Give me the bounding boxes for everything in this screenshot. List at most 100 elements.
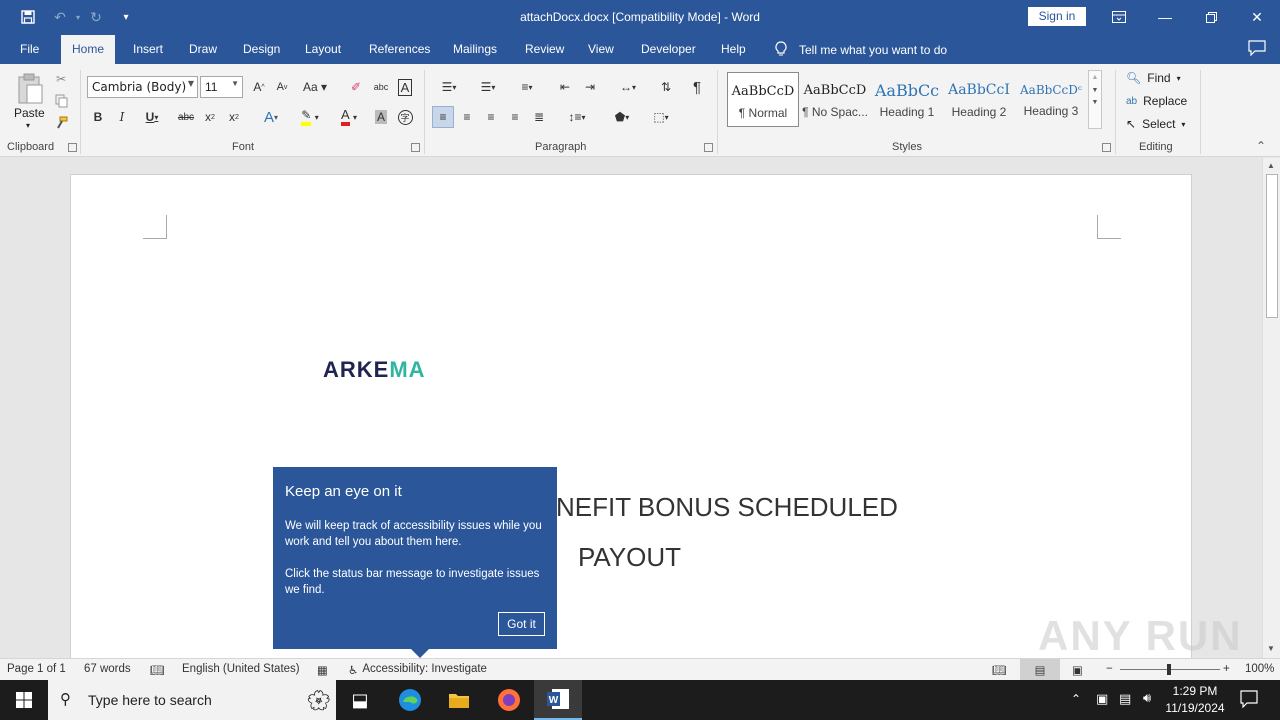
font-size-combo[interactable]: 11 ▼ xyxy=(200,76,243,98)
tab-design[interactable]: Design xyxy=(243,42,280,56)
more-styles-icon[interactable]: ▼ xyxy=(1089,99,1101,106)
decrease-indent-icon[interactable]: ⇤ xyxy=(555,76,575,98)
copy-icon[interactable] xyxy=(52,92,70,110)
replace-button[interactable]: ab Replace xyxy=(1126,94,1187,108)
minimize-button[interactable]: — xyxy=(1142,0,1188,34)
show-hidden-icons[interactable]: ⌃ xyxy=(1071,692,1081,706)
vertical-scrollbar[interactable]: ▲ ▼ xyxy=(1262,158,1280,658)
system-clock[interactable]: 1:29 PM 11/19/2024 xyxy=(1160,683,1230,717)
print-layout-icon[interactable]: ▤ xyxy=(1020,659,1060,680)
ethernet-icon[interactable]: ▤ xyxy=(1119,691,1131,707)
subscript-icon[interactable]: x2 xyxy=(201,106,219,128)
show-formatting-marks-icon[interactable]: ¶ xyxy=(687,76,707,98)
proofing-icon[interactable]: 📖︎ xyxy=(150,663,165,677)
justify-icon[interactable]: ≡ xyxy=(505,106,525,128)
paste-dropdown-icon[interactable]: ▾ xyxy=(26,121,30,130)
web-layout-icon[interactable]: ▣ xyxy=(1072,663,1083,677)
shading-icon[interactable]: ⬟ ▾ xyxy=(605,106,639,128)
zoom-slider-thumb[interactable] xyxy=(1167,664,1171,675)
sign-in-button[interactable]: Sign in xyxy=(1028,7,1086,26)
paste-label[interactable]: Paste xyxy=(14,106,45,120)
chevron-up-icon[interactable]: ▲ xyxy=(1089,74,1101,81)
scroll-down-icon[interactable]: ▼ xyxy=(1267,644,1275,653)
format-painter-icon[interactable] xyxy=(52,114,70,132)
tab-references[interactable]: References xyxy=(369,42,430,56)
tab-insert[interactable]: Insert xyxy=(133,42,163,56)
cut-icon[interactable]: ✂ xyxy=(52,70,70,88)
collapse-ribbon-icon[interactable]: ⌃ xyxy=(1256,139,1266,153)
file-explorer-icon[interactable] xyxy=(435,680,483,720)
character-border-icon[interactable]: A xyxy=(396,76,414,98)
clipboard-launcher-icon[interactable] xyxy=(68,143,77,152)
zoom-out-icon[interactable]: − xyxy=(1106,663,1113,675)
underline-icon[interactable]: U ▾ xyxy=(138,106,166,128)
task-view-icon[interactable]: ⬓ xyxy=(336,680,384,720)
network-icon[interactable]: ▣ xyxy=(1096,691,1108,707)
tab-draw[interactable]: Draw xyxy=(189,42,217,56)
center-icon[interactable]: ≡ xyxy=(457,106,477,128)
edge-icon[interactable] xyxy=(386,680,434,720)
accessibility-status[interactable]: ♿︎ Accessibility: Investigate xyxy=(348,663,487,677)
style-heading-1[interactable]: AaBbCc Heading 1 xyxy=(871,72,943,127)
font-name-combo[interactable]: Cambria (Body) ▼ xyxy=(87,76,198,98)
phonetic-guide-icon[interactable]: abc xyxy=(371,76,391,98)
got-it-button[interactable]: Got it xyxy=(498,612,545,636)
font-color-icon[interactable]: A ▾ xyxy=(332,106,366,128)
tab-mailings[interactable]: Mailings xyxy=(453,42,497,56)
style-heading-3[interactable]: AaBbCcDᶜ Heading 3 xyxy=(1015,72,1087,127)
font-launcher-icon[interactable] xyxy=(411,143,420,152)
style-heading-2[interactable]: AaBbCcI Heading 2 xyxy=(943,72,1015,127)
paragraph-launcher-icon[interactable] xyxy=(704,143,713,152)
tab-view[interactable]: View xyxy=(588,42,614,56)
grow-font-icon[interactable]: A ^ xyxy=(250,76,268,98)
line-spacing-icon[interactable]: ↕≡ ▾ xyxy=(560,106,594,128)
close-button[interactable]: ✕ xyxy=(1234,0,1280,34)
firefox-icon[interactable] xyxy=(485,680,533,720)
distributed-icon[interactable]: ≣ xyxy=(529,106,549,128)
zoom-level[interactable]: 100% xyxy=(1245,663,1274,675)
multilevel-list-icon[interactable]: ≡ ▾ xyxy=(510,76,544,98)
styles-gallery-scroll[interactable]: ▲ ▼ ▼ xyxy=(1088,70,1102,129)
tab-developer[interactable]: Developer xyxy=(641,42,696,56)
bullets-icon[interactable]: ☰ ▾ xyxy=(432,76,466,98)
character-shading-icon[interactable]: A xyxy=(372,106,390,128)
track-changes-icon[interactable]: ▦ xyxy=(317,663,328,677)
shrink-font-icon[interactable]: Av xyxy=(273,76,291,98)
start-button[interactable] xyxy=(0,680,48,720)
word-count[interactable]: 67 words xyxy=(84,663,131,675)
restore-button[interactable] xyxy=(1188,0,1234,34)
strikethrough-icon[interactable]: abc xyxy=(176,106,196,128)
chevron-down-icon[interactable]: ▼ xyxy=(1089,87,1101,94)
styles-launcher-icon[interactable] xyxy=(1102,143,1111,152)
document-page[interactable]: ARKEMA NEFIT BONUS SCHEDULED PAYOUT xyxy=(70,174,1192,658)
bold-icon[interactable]: B xyxy=(90,106,106,128)
align-right-icon[interactable]: ≡ xyxy=(481,106,501,128)
volume-icon[interactable]: 🔊︎ xyxy=(1143,690,1151,706)
read-mode-icon[interactable]: 📖︎ xyxy=(992,663,1007,677)
superscript-icon[interactable]: x2 xyxy=(225,106,243,128)
word-taskbar-icon[interactable]: W xyxy=(534,680,582,720)
increase-indent-icon[interactable]: ⇥ xyxy=(580,76,600,98)
taskbar-search[interactable]: ⚲ Type here to search 🌸︎ xyxy=(48,680,336,720)
italic-icon[interactable]: I xyxy=(114,106,130,128)
align-left-icon[interactable]: ≡ xyxy=(432,106,454,128)
tell-me-search[interactable]: Tell me what you want to do xyxy=(775,41,947,59)
sort-icon[interactable]: ⇅ xyxy=(656,76,676,98)
tab-file[interactable]: File xyxy=(20,42,39,56)
paste-icon[interactable] xyxy=(14,72,46,106)
clear-formatting-icon[interactable]: ✐ xyxy=(346,76,366,98)
find-button[interactable]: 🔍︎ Find ▾ xyxy=(1126,71,1181,85)
enclose-characters-icon[interactable]: 字 xyxy=(396,106,414,128)
ribbon-display-options-icon[interactable] xyxy=(1096,0,1142,34)
page-count[interactable]: Page 1 of 1 xyxy=(7,663,66,675)
numbering-icon[interactable]: ☰ ▾ xyxy=(471,76,505,98)
style-normal[interactable]: AaBbCcD ¶ Normal xyxy=(727,72,799,127)
style-no-spacing[interactable]: AaBbCcD ¶ No Spac... xyxy=(799,72,871,127)
tab-layout[interactable]: Layout xyxy=(305,42,341,56)
text-effects-icon[interactable]: A ▾ xyxy=(254,106,288,128)
change-case-icon[interactable]: Aa ▾ xyxy=(300,76,330,98)
scroll-up-icon[interactable]: ▲ xyxy=(1267,161,1275,170)
tab-help[interactable]: Help xyxy=(721,42,746,56)
zoom-in-icon[interactable]: + xyxy=(1223,663,1230,675)
borders-icon[interactable]: ⬚ ▾ xyxy=(644,106,678,128)
